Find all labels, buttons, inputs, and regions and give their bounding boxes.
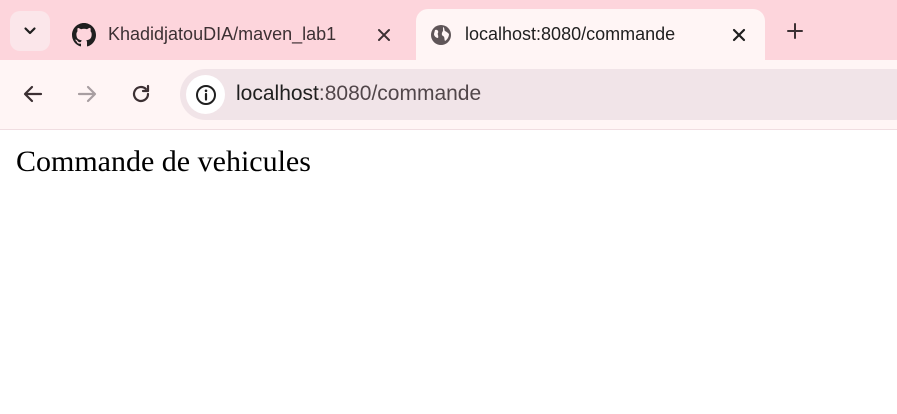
new-tab-button[interactable]: [781, 17, 809, 45]
tab-title: localhost:8080/commande: [465, 24, 676, 44]
address-bar[interactable]: localhost:8080/commande: [180, 69, 897, 120]
url-host: localhost: [236, 82, 319, 105]
close-tab-button[interactable]: [370, 21, 398, 49]
globe-icon: [429, 23, 453, 47]
chevron-down-icon: [24, 27, 36, 35]
reload-icon: [132, 84, 150, 103]
page-content: Commande de vehicules: [0, 130, 897, 414]
tab-search-button[interactable]: [10, 11, 50, 51]
info-icon: [195, 84, 216, 105]
github-icon: [72, 22, 96, 47]
plus-icon: [787, 23, 803, 39]
tab-strip: KhadidjatouDIA/maven_lab1 localhost:8080…: [0, 0, 897, 60]
forward-arrow-icon: [77, 85, 97, 103]
forward-button[interactable]: [73, 80, 101, 108]
close-icon: [378, 28, 390, 41]
browser-toolbar: localhost:8080/commande: [0, 60, 897, 129]
tab-localhost[interactable]: localhost:8080/commande: [416, 9, 765, 60]
back-button[interactable]: [19, 80, 47, 108]
close-icon: [732, 28, 746, 41]
close-tab-button[interactable]: [725, 21, 753, 49]
url-text: localhost:8080/commande: [236, 82, 481, 106]
reload-button[interactable]: [127, 80, 155, 108]
site-info-button[interactable]: [186, 75, 225, 114]
back-arrow-icon: [23, 85, 43, 103]
page-heading: Commande de vehicules: [16, 145, 311, 178]
tab-title: KhadidjatouDIA/maven_lab1: [108, 24, 337, 44]
url-path: :8080/commande: [318, 82, 482, 105]
tab-github[interactable]: KhadidjatouDIA/maven_lab1: [58, 9, 410, 60]
